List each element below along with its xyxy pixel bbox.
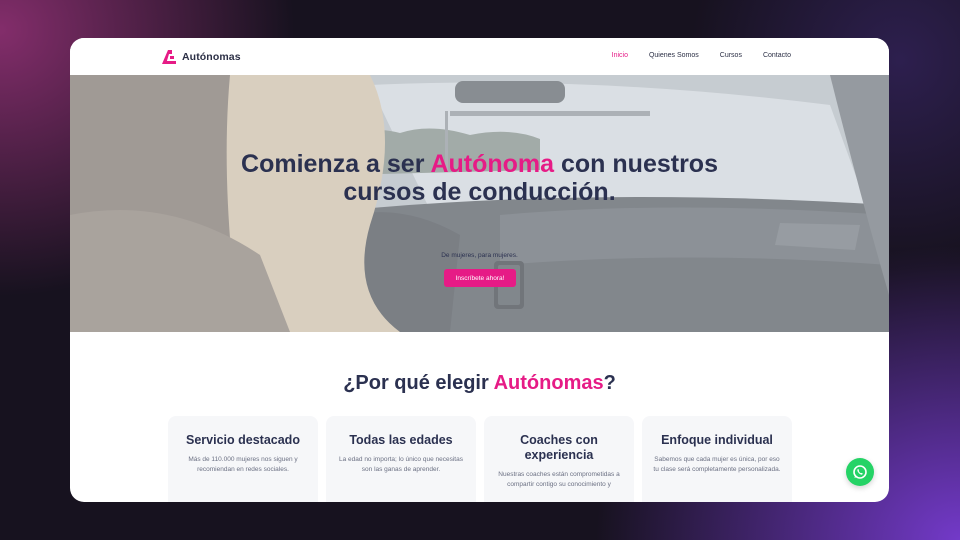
feature-card: Servicio destacado Más de 110.000 mujere… [168,416,318,502]
why-section-title: ¿Por qué elegir Autónomas? [70,372,889,395]
hero-title: Comienza a ser Autónoma con nuestros cur… [70,150,889,206]
logo[interactable]: Autónomas [160,48,241,66]
hero-section: Comienza a ser Autónoma con nuestros cur… [70,75,889,332]
why-title-post: ? [603,372,616,394]
feature-card-text: Sabemos que cada mujer es única, por eso… [653,456,781,473]
why-title-pre: ¿Por qué elegir [343,372,494,394]
nav-item-inicio[interactable]: Inicio [612,52,628,59]
hero-subtitle: De mujeres, para mujeres. [441,252,518,259]
autonomas-logo-icon [162,50,176,64]
nav-item-quienes-somos[interactable]: Quienes Somos [649,52,699,59]
feature-card-title: Servicio destacado [186,433,300,447]
feature-card-text: Nuestras coaches están comprometidas a c… [498,471,620,488]
hero-title-pre: Comienza a ser [241,150,431,178]
nav-item-contacto[interactable]: Contacto [763,52,791,59]
why-title-highlight: Autónomas [493,372,604,394]
feature-card-text: Más de 110.000 mujeres nos siguen y reco… [188,456,298,473]
nav-item-cursos[interactable]: Cursos [720,52,742,59]
feature-card-title: Coaches con experiencia [520,433,598,462]
browser-window: Autónomas Inicio Quienes Somos Cursos Co… [70,38,889,502]
feature-card-title: Enfoque individual [661,433,773,447]
feature-card: Coaches con experiencia Nuestras coaches… [484,416,634,502]
feature-card-text: La edad no importa; lo único que necesit… [339,456,463,473]
whatsapp-button[interactable] [846,458,874,486]
feature-card: Todas las edades La edad no importa; lo … [326,416,476,502]
navbar: Autónomas Inicio Quienes Somos Cursos Co… [70,38,889,75]
signup-button[interactable]: Inscríbete ahora! [444,269,516,287]
whatsapp-icon [853,465,867,479]
hero-title-highlight: Autónoma [430,150,555,178]
feature-card-title: Todas las edades [349,433,453,447]
feature-card: Enfoque individual Sabemos que cada muje… [642,416,792,502]
hero-title-line2: cursos de conducción. [343,178,616,206]
hero-title-post: con nuestros [554,150,718,178]
brand-name: Autónomas [182,51,241,63]
main-menu: Inicio Quienes Somos Cursos Contacto [612,52,791,59]
feature-cards: Servicio destacado Más de 110.000 mujere… [168,416,792,502]
